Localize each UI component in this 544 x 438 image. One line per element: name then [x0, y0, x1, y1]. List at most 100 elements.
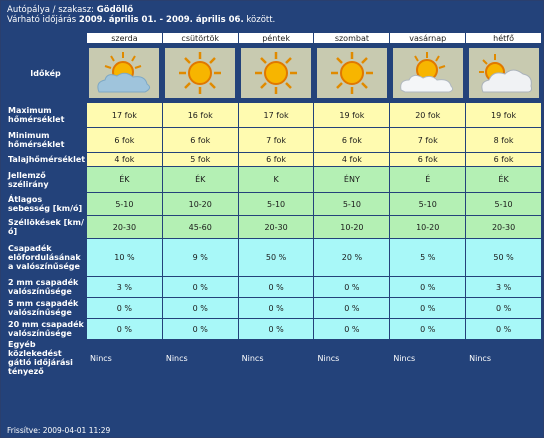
row-label: Talajhőmérséklet: [5, 153, 86, 166]
value-cell: Nincs: [162, 340, 238, 376]
value-cell: K: [238, 167, 314, 192]
partly-cloudy-icon: [392, 48, 463, 98]
value-cell: 0 %: [238, 319, 314, 339]
value-cell: 5-10: [314, 193, 390, 215]
value-cell: 50 %: [238, 239, 314, 276]
value-cell: Nincs: [87, 340, 162, 376]
icon-row-label: Időkép: [5, 44, 86, 102]
value-cell: 5-10: [466, 193, 541, 215]
data-row: Csapadék előfordulásának a valószínűsége…: [5, 239, 541, 276]
sun-icon: [165, 48, 236, 98]
value-cell: ÉK: [162, 167, 238, 192]
value-cell: 6 fok: [162, 128, 238, 152]
value-cell: 6 fok: [87, 128, 162, 152]
value-cell: 0 %: [238, 277, 314, 297]
value-cell: 0 %: [87, 298, 162, 318]
row-label: Maximum hőmérséklet: [5, 103, 86, 127]
value-cell: 0 %: [390, 319, 466, 339]
sun-icon: [241, 48, 312, 98]
value-cell: 5-10: [87, 193, 162, 215]
value-cell: 20 fok: [390, 103, 466, 127]
value-cell: É: [390, 167, 466, 192]
data-row: 2 mm csapadék valószínűsége 3 % 0 % 0 % 0 % 0…: [5, 277, 541, 297]
partly-cloudy-icon: [89, 48, 160, 98]
row-label: Jellemző szélirány: [5, 167, 86, 192]
updated-timestamp: Frissítve: 2009-04-01 11:29: [7, 426, 111, 435]
partly-cloudy-icon: [468, 48, 539, 98]
value-cell: 20 %: [314, 239, 390, 276]
value-cell: ÉK: [466, 167, 541, 192]
forecast-panel: Autópálya / szakasz: Gödöllő Várható idő…: [0, 0, 544, 438]
value-cell: 5-10: [238, 193, 314, 215]
value-cell: 10-20: [162, 193, 238, 215]
day-header: szerda: [87, 33, 162, 43]
data-row: Egyéb közlekedést gátló időjárási tényez…: [5, 340, 541, 376]
data-row: Átlagos sebesség [km/ó] 5-10 10-20 5-10 5-10…: [5, 193, 541, 215]
day-header: hétfő: [466, 33, 541, 43]
value-cell: Nincs: [238, 340, 314, 376]
value-cell: 0 %: [390, 298, 466, 318]
value-cell: 0 %: [87, 319, 162, 339]
data-row: Széllökések [km/ó] 20-30 45-60 20-30 10-20 10…: [5, 216, 541, 238]
value-cell: 17 fok: [238, 103, 314, 127]
value-cell: 0 %: [314, 298, 390, 318]
route-line: Autópálya / szakasz: Gödöllő: [7, 5, 133, 15]
value-cell: ÉNY: [314, 167, 390, 192]
day-header: vasárnap: [390, 33, 466, 43]
value-cell: Nincs: [466, 340, 541, 376]
value-cell: Nincs: [390, 340, 466, 376]
value-cell: 6 fok: [314, 128, 390, 152]
value-cell: 45-60: [162, 216, 238, 238]
day-header: péntek: [238, 33, 314, 43]
day-header-row: szerda csütörtök péntek szombat vasárnap…: [5, 33, 541, 43]
forecast-header: Autópálya / szakasz: Gödöllő Várható idő…: [1, 1, 543, 30]
value-cell: ÉK: [87, 167, 162, 192]
value-cell: 0 %: [238, 298, 314, 318]
forecast-table: szerda csütörtök péntek szombat vasárnap…: [4, 32, 542, 377]
row-label: Átlagos sebesség [km/ó]: [5, 193, 86, 215]
day-header: szombat: [314, 33, 390, 43]
value-cell: 8 fok: [466, 128, 541, 152]
value-cell: 0 %: [390, 277, 466, 297]
row-label: Csapadék előfordulásának a valószínűsége: [5, 239, 86, 276]
value-cell: 4 fok: [314, 153, 390, 166]
row-label: Széllökések [km/ó]: [5, 216, 86, 238]
data-row: Maximum hőmérséklet 17 fok 16 fok 17 fok 19 …: [5, 103, 541, 127]
value-cell: 3 %: [87, 277, 162, 297]
value-cell: 0 %: [314, 277, 390, 297]
value-cell: 6 fok: [238, 153, 314, 166]
value-cell: 20-30: [87, 216, 162, 238]
value-cell: 19 fok: [466, 103, 541, 127]
value-cell: 0 %: [162, 319, 238, 339]
period-line: Várható időjárás 2009. április 01. - 200…: [7, 15, 275, 25]
value-cell: 10-20: [314, 216, 390, 238]
value-cell: 16 fok: [162, 103, 238, 127]
value-cell: 4 fok: [87, 153, 162, 166]
row-label: 20 mm csapadék valószínűsége: [5, 319, 86, 339]
corner-cell: [5, 33, 86, 43]
value-cell: 9 %: [162, 239, 238, 276]
icon-row: Időkép: [5, 44, 541, 102]
value-cell: 0 %: [466, 319, 541, 339]
value-cell: 19 fok: [314, 103, 390, 127]
data-row: Jellemző szélirány ÉK ÉK K ÉNY É ÉK: [5, 167, 541, 192]
value-cell: 17 fok: [87, 103, 162, 127]
value-cell: 5 fok: [162, 153, 238, 166]
data-row: 20 mm csapadék valószínűsége 0 % 0 % 0 % 0 %…: [5, 319, 541, 339]
value-cell: 20-30: [466, 216, 541, 238]
data-row: Talajhőmérséklet 4 fok 5 fok 6 fok 4 fok 6 fo…: [5, 153, 541, 166]
value-cell: 0 %: [162, 277, 238, 297]
value-cell: 3 %: [466, 277, 541, 297]
value-cell: 0 %: [466, 298, 541, 318]
row-label: Egyéb közlekedést gátló időjárási tényez…: [5, 340, 86, 376]
row-label: 5 mm csapadék valószínűsége: [5, 298, 86, 318]
value-cell: 0 %: [314, 319, 390, 339]
route-prefix: Autópálya / szakasz:: [7, 5, 95, 15]
data-row: 5 mm csapadék valószínűsége 0 % 0 % 0 % 0 % 0…: [5, 298, 541, 318]
value-cell: 5-10: [390, 193, 466, 215]
value-cell: Nincs: [314, 340, 390, 376]
value-cell: 20-30: [238, 216, 314, 238]
value-cell: 6 fok: [390, 153, 466, 166]
value-cell: 10-20: [390, 216, 466, 238]
route-location: Gödöllő: [96, 5, 134, 15]
